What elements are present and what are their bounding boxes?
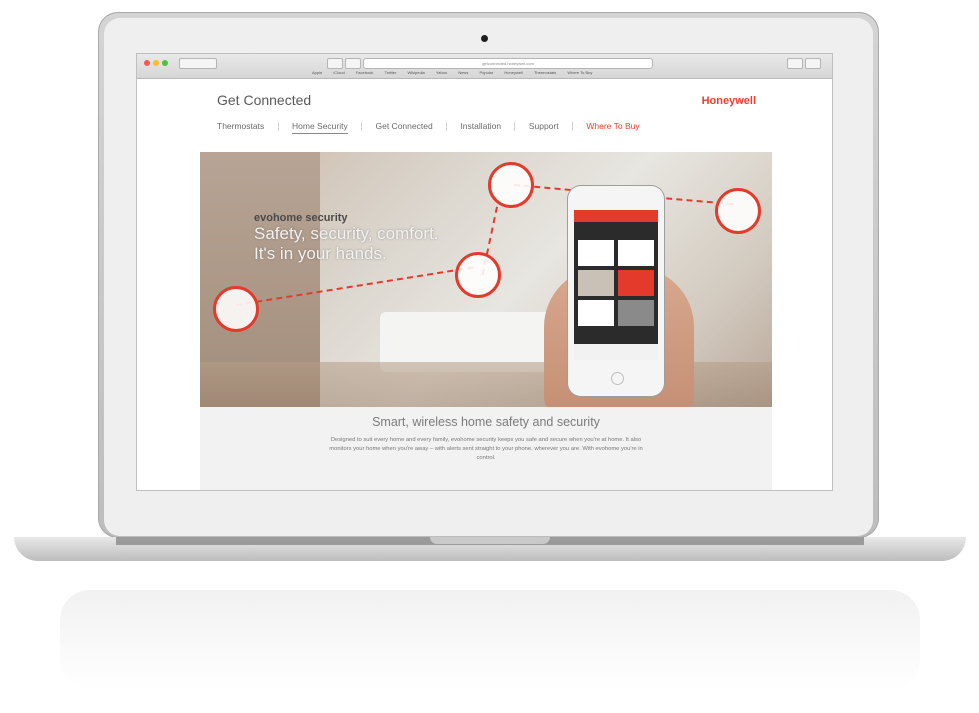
bookmark-item[interactable]: Yahoo (436, 69, 447, 77)
intro-section: Smart, wireless home safety and security… (200, 407, 772, 490)
app-tile (578, 240, 614, 266)
sidebar-toggle-button[interactable] (327, 58, 343, 69)
nav-divider (361, 122, 363, 132)
bookmark-item[interactable]: Facebook (356, 69, 374, 77)
nav-divider (277, 122, 279, 132)
bookmarks-bar: Apple iCloud Facebook Twitter Wikipedia … (137, 69, 832, 77)
browser-chrome: getconnected.honeywell.com Apple iCloud … (137, 54, 832, 79)
nav-item-thermostats[interactable]: Thermostats (217, 121, 264, 131)
reflection (60, 590, 920, 690)
site-title: Get Connected (217, 92, 312, 108)
maximize-window-icon[interactable] (162, 60, 168, 66)
minimize-window-icon[interactable] (153, 60, 159, 66)
bookmark-item[interactable]: Honeywell (504, 69, 522, 77)
web-page: Get Connected Honeywell Thermostats Home… (200, 79, 772, 490)
bookmark-item[interactable]: iCloud (333, 69, 344, 77)
keypad-sensor-icon (213, 286, 259, 332)
share-button[interactable] (787, 58, 803, 69)
hero-line-1: Safety, security, comfort. (254, 224, 439, 243)
main-nav: Thermostats Home Security Get Connected … (217, 121, 640, 135)
intro-heading: Smart, wireless home safety and security (372, 415, 600, 429)
home-button-icon (611, 372, 624, 385)
motion-sensor-icon (488, 162, 534, 208)
app-tabbar (574, 344, 658, 360)
door-sensor-icon (455, 252, 501, 298)
nav-item-support[interactable]: Support (529, 121, 559, 131)
bookmark-item[interactable]: Twitter (385, 69, 397, 77)
hero-banner: evohome security Safety, security, comfo… (200, 152, 772, 407)
app-tile (618, 240, 654, 266)
hero-kicker: evohome security (254, 212, 348, 224)
bookmark-item[interactable]: Thermostats (534, 69, 556, 77)
bookmark-item[interactable]: News (458, 69, 468, 77)
bookmark-item[interactable]: Apple (312, 69, 322, 77)
close-window-icon[interactable] (144, 60, 150, 66)
intro-body: Designed to suit every home and every fa… (329, 437, 643, 461)
nav-divider (446, 122, 448, 132)
brand-logo[interactable]: Honeywell (702, 95, 756, 107)
app-header (574, 210, 658, 222)
url-bar[interactable]: getconnected.honeywell.com (363, 58, 653, 69)
reader-button[interactable] (345, 58, 361, 69)
phone-screen (574, 210, 658, 360)
screen: getconnected.honeywell.com Apple iCloud … (137, 54, 832, 490)
open-notch (430, 537, 550, 544)
app-tile (618, 300, 654, 326)
nav-divider (571, 122, 573, 132)
nav-item-home-security[interactable]: Home Security (292, 121, 348, 134)
tabs-button[interactable] (805, 58, 821, 69)
bookmark-item[interactable]: Where To Buy (567, 69, 592, 77)
bookmark-item[interactable]: Wikipedia (407, 69, 424, 77)
camera-icon (481, 35, 488, 42)
nav-divider (514, 122, 516, 132)
hero-text: evohome security Safety, security, comfo… (254, 212, 439, 264)
app-tile (578, 300, 614, 326)
camera-sensor-icon (715, 188, 761, 234)
hero-line-2: It's in your hands. (254, 244, 387, 263)
bookmark-item[interactable]: Popular (479, 69, 493, 77)
nav-item-where-to-buy[interactable]: Where To Buy (586, 121, 639, 131)
nav-item-installation[interactable]: Installation (460, 121, 501, 131)
back-forward-buttons[interactable] (179, 58, 217, 69)
app-tile (618, 270, 654, 296)
app-tile (578, 270, 614, 296)
phone-icon (568, 186, 664, 396)
nav-item-get-connected[interactable]: Get Connected (376, 121, 433, 131)
